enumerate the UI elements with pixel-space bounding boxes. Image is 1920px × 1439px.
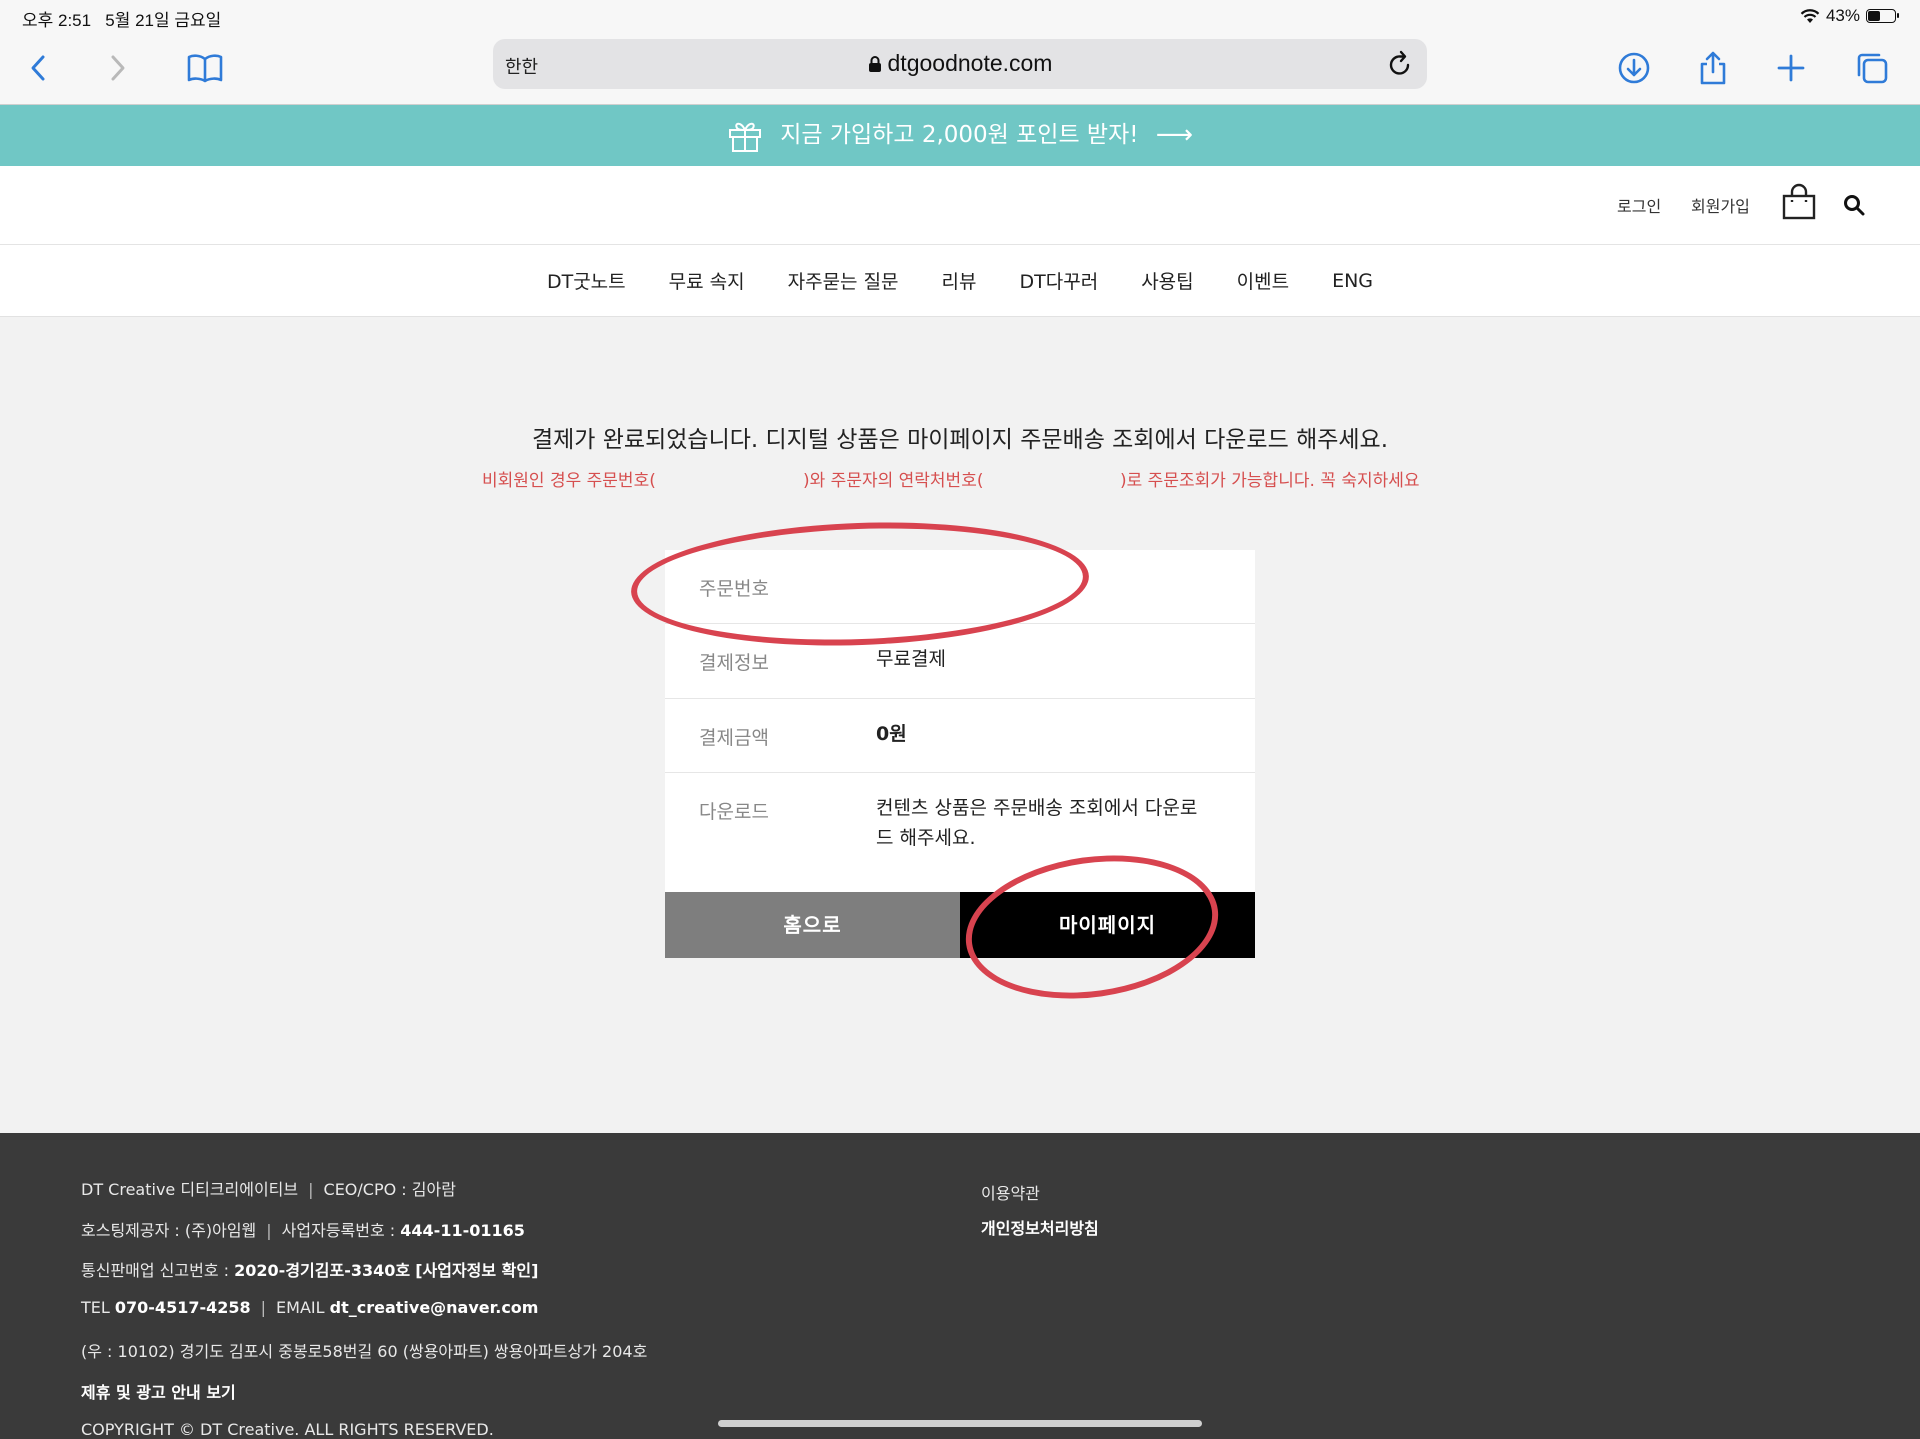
terms-link[interactable]: 이용약관 bbox=[981, 1180, 1040, 1204]
promo-text: 지금 가입하고 2,000원 포인트 받자! bbox=[780, 122, 1139, 148]
address-bar[interactable]: 한한 dtgoodnote.com bbox=[493, 39, 1427, 89]
nav-item-free-templates[interactable]: 무료 속지 bbox=[669, 267, 745, 294]
notice-text-1: 비회원인 경우 주문번호( bbox=[482, 471, 656, 491]
battery-percent: 43% bbox=[1825, 6, 1860, 25]
status-bar: 오후 2:51 5월 21일 금요일 43% bbox=[0, 0, 1920, 34]
url-host: dtgoodnote.com bbox=[887, 50, 1053, 76]
payment-amount-label: 결제금액 bbox=[699, 727, 769, 749]
login-link[interactable]: 로그인 bbox=[1617, 193, 1661, 217]
footer-mailorder-line: 통신판매업 신고번호 : 2020-경기김포-3340호 [사업자정보 확인] bbox=[81, 1261, 539, 1280]
status-date: 5월 21일 금요일 bbox=[105, 11, 222, 30]
payment-info-label: 결제정보 bbox=[699, 652, 769, 674]
battery-icon bbox=[1866, 9, 1899, 23]
nav-item-eng[interactable]: ENG bbox=[1332, 270, 1373, 292]
mypage-button[interactable]: 마이페이지 bbox=[960, 892, 1255, 958]
gift-icon bbox=[728, 122, 761, 152]
lock-icon bbox=[868, 56, 881, 72]
bookmarks-icon[interactable] bbox=[183, 46, 227, 90]
download-label: 다운로드 bbox=[699, 801, 769, 823]
nav-item-faq[interactable]: 자주묻는 질문 bbox=[788, 267, 899, 294]
nav-item-tips[interactable]: 사용팁 bbox=[1141, 267, 1193, 294]
payment-complete-message: 결제가 완료되었습니다. 디지털 상품은 마이페이지 주문배송 조회에서 다운로… bbox=[531, 427, 1389, 453]
nav-item-dt-dakkuro[interactable]: DT다꾸러 bbox=[1020, 267, 1099, 294]
download-note-line-2: 드 해주세요. bbox=[876, 827, 976, 849]
nav-item-event[interactable]: 이벤트 bbox=[1237, 267, 1289, 294]
reload-icon[interactable] bbox=[1387, 50, 1413, 78]
privacy-policy-link[interactable]: 개인정보처리방침 bbox=[981, 1215, 1099, 1239]
download-row: 다운로드 컨텐츠 상품은 주문배송 조회에서 다운로 드 해주세요. bbox=[665, 773, 1255, 892]
home-indicator[interactable] bbox=[718, 1420, 1202, 1427]
payment-amount-value: 0원 bbox=[876, 723, 907, 745]
payment-info-value: 무료결제 bbox=[876, 648, 946, 670]
wifi-icon bbox=[1800, 8, 1820, 23]
site-header: 로그인 회원가입 bbox=[0, 166, 1920, 245]
nav-item-dt-goodnote[interactable]: DT굿노트 bbox=[547, 267, 626, 294]
footer-hosting-line: 호스팅제공자 : (주)아임웹 | 사업자등록번호 : 444-11-01165 bbox=[81, 1221, 525, 1240]
share-icon[interactable] bbox=[1691, 46, 1735, 90]
order-number-label: 주문번호 bbox=[699, 578, 769, 600]
action-buttons: 홈으로 마이페이지 bbox=[665, 892, 1255, 958]
footer-company-line: DT Creative 디티크리에이티브 | CEO/CPO : 김아람 bbox=[81, 1180, 456, 1199]
downloads-icon[interactable] bbox=[1612, 46, 1656, 90]
footer-contact-line: TEL 070-4517-4258 | EMAIL dt_creative@nave… bbox=[81, 1298, 539, 1317]
browser-toolbar: 한한 dtgoodnote.com bbox=[0, 34, 1920, 105]
tabs-icon[interactable] bbox=[1850, 46, 1894, 90]
payment-amount-row: 결제금액 0원 bbox=[665, 699, 1255, 773]
promo-banner[interactable]: 지금 가입하고 2,000원 포인트 받자! ⟶ bbox=[0, 105, 1920, 166]
business-info-check-link[interactable]: [사업자정보 확인] bbox=[415, 1261, 538, 1280]
footer-copyright: COPYRIGHT © DT Creative. ALL RIGHTS RESE… bbox=[81, 1420, 494, 1439]
main-nav: DT굿노트 무료 속지 자주묻는 질문 리뷰 DT다꾸러 사용팁 이벤트 ENG bbox=[0, 245, 1920, 317]
back-icon[interactable] bbox=[16, 46, 60, 90]
payment-info-row: 결제정보 무료결제 bbox=[665, 624, 1255, 699]
nav-item-review[interactable]: 리뷰 bbox=[942, 267, 977, 294]
partnership-link[interactable]: 제휴 및 광고 안내 보기 bbox=[81, 1383, 236, 1402]
status-time: 오후 2:51 bbox=[22, 11, 92, 30]
site-footer: DT Creative 디티크리에이티브 | CEO/CPO : 김아람 호스팅제공… bbox=[0, 1133, 1920, 1439]
notice-text-3: )로 주문조회가 가능합니다. 꼭 숙지하세요 bbox=[1120, 471, 1420, 491]
order-complete-section: 결제가 완료되었습니다. 디지털 상품은 마이페이지 주문배송 조회에서 다운로… bbox=[0, 317, 1920, 1133]
search-icon[interactable] bbox=[1843, 194, 1865, 216]
signup-link[interactable]: 회원가입 bbox=[1691, 193, 1750, 217]
home-button[interactable]: 홈으로 bbox=[665, 892, 960, 958]
forward-icon[interactable] bbox=[96, 46, 140, 90]
order-info-table: 주문번호 결제정보 무료결제 결제금액 0원 다운로드 컨텐츠 상품은 주문배송… bbox=[665, 550, 1255, 892]
footer-address: (우 : 10102) 경기도 김포시 중봉로58번길 60 (쌍용아파트) 쌍… bbox=[81, 1342, 648, 1361]
notice-text-2: )와 주문자의 연락처번호( bbox=[803, 471, 984, 491]
shopping-bag-icon[interactable] bbox=[1781, 183, 1817, 221]
new-tab-icon[interactable] bbox=[1769, 46, 1813, 90]
download-note-line-1: 컨텐츠 상품은 주문배송 조회에서 다운로 bbox=[876, 797, 1198, 819]
order-number-row: 주문번호 bbox=[665, 550, 1255, 624]
arrow-right-icon: ⟶ bbox=[1155, 120, 1194, 150]
